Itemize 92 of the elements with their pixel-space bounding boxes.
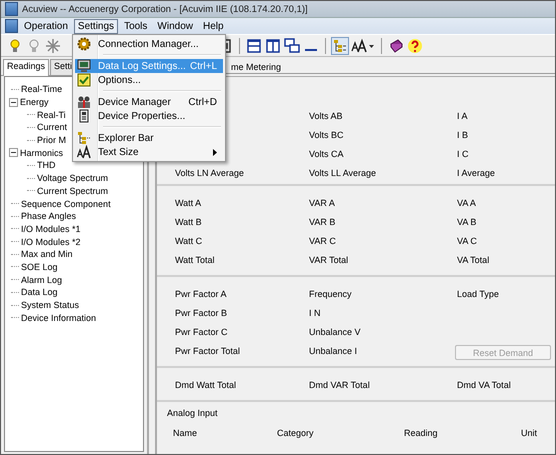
tree-item[interactable]: Phase Angles (21, 211, 76, 222)
section-title: Analog Input (167, 408, 219, 420)
column-header: Name (173, 428, 198, 440)
gear-icon (77, 37, 91, 51)
monitor-icon (77, 59, 91, 73)
reading-label: VA Total (457, 255, 490, 267)
column-header: Unit (521, 428, 538, 440)
reading-label: Unbalance I (309, 346, 358, 358)
window-title: Acuview -- Accuenergy Corporation - [Acuvim IIE (108.174.20.70,1)] (22, 4, 308, 14)
tree-item[interactable]: Alarm Log (21, 274, 62, 285)
reading-label: VAR A (309, 198, 336, 210)
app-icon (5, 2, 18, 16)
tree-item[interactable]: Real-Time (21, 84, 62, 94)
reading-label: Dmd Watt Total (175, 380, 238, 392)
menu-option[interactable]: Device Properties... (75, 109, 223, 123)
menu-option[interactable]: Text Size (75, 145, 223, 159)
reading-label: Volts AB (309, 111, 344, 123)
menu-option[interactable]: Options... (75, 73, 223, 87)
reading-label: Volts BC (309, 130, 345, 142)
reading-label: I B (457, 130, 470, 142)
reading-label: VAR Total (309, 255, 350, 267)
tree-item[interactable]: Energy (20, 97, 49, 108)
text-size-icon[interactable] (351, 38, 375, 54)
tree-item[interactable]: Max and Min (21, 249, 73, 260)
menu-item[interactable]: Settings (74, 18, 118, 34)
tree-item[interactable]: Voltage Spectrum (37, 173, 108, 184)
reading-label: Pwr Factor A (175, 289, 228, 301)
collapse-toggle-icon[interactable] (9, 98, 18, 107)
reading-label: Pwr Factor B (175, 308, 228, 320)
cascade-icon[interactable] (284, 38, 300, 54)
menu-option[interactable]: Connection Manager... (75, 37, 223, 51)
submenu-arrow-icon (213, 148, 217, 156)
document-icon[interactable] (5, 19, 18, 33)
tree-icon[interactable] (332, 38, 348, 54)
menu-option[interactable]: Explorer Bar (75, 131, 223, 145)
device-icon (77, 109, 91, 123)
tree-item[interactable]: Current Spectrum (37, 186, 108, 196)
reading-label: Load Type (457, 289, 500, 301)
tree-item[interactable]: THD (37, 160, 56, 170)
reading-label: Unbalance V (309, 327, 362, 339)
reading-label: Watt A (175, 198, 202, 210)
tree-icon (77, 131, 91, 145)
tab[interactable]: me Metering (229, 61, 284, 73)
reading-label: Volts CA (309, 149, 345, 161)
reading-label: Pwr Factor C (175, 327, 229, 339)
shortcut-label: Ctrl+D (188, 96, 217, 108)
reading-label: Watt B (175, 217, 203, 229)
people-icon (77, 95, 91, 109)
sun-icon[interactable] (45, 38, 61, 54)
reading-label: VAR C (309, 236, 337, 248)
column-header: Category (277, 428, 315, 440)
column-header: Reading (404, 428, 439, 440)
reading-label: Volts LN Average (175, 168, 245, 180)
reading-label: Volts LL Average (309, 168, 378, 180)
reading-label: Dmd VAR Total (309, 380, 371, 392)
vertical-tile-icon[interactable] (265, 38, 281, 54)
tree-item[interactable]: I/O Modules *1 (21, 224, 81, 234)
tree-item[interactable]: Current (37, 122, 68, 132)
tree-item[interactable]: System Status (21, 300, 80, 310)
tab[interactable]: Readings (3, 59, 50, 76)
reading-label: I A (457, 111, 469, 123)
menu-item[interactable]: Help (199, 18, 228, 34)
shortcut-label: Ctrl+L (190, 60, 217, 72)
reading-label: VA B (457, 217, 478, 229)
tree-item[interactable]: SOE Log (21, 262, 58, 272)
tree-item[interactable]: Data Log (21, 287, 58, 298)
reading-label: I Average (457, 168, 496, 180)
reading-label: Watt C (175, 236, 204, 248)
menu-item[interactable]: Operation (20, 18, 72, 34)
menu-item[interactable]: Tools (120, 18, 152, 34)
reading-label: VA C (457, 236, 478, 248)
reading-label: I C (457, 149, 470, 161)
text-size-icon (77, 145, 91, 159)
tree-item[interactable]: Device Information (21, 312, 96, 323)
tree-item[interactable]: Harmonics (20, 148, 64, 158)
reading-label: Frequency (309, 289, 353, 301)
help-icon[interactable] (407, 38, 423, 54)
collapse-toggle-icon[interactable] (9, 148, 18, 158)
reading-label: Watt Total (175, 255, 216, 267)
reading-label: VAR B (309, 217, 336, 229)
reading-label: I N (309, 308, 322, 320)
checkbox-icon (77, 73, 91, 87)
menu-item[interactable]: Window (153, 18, 197, 34)
reading-label: VA A (457, 198, 477, 210)
tree-item[interactable]: Real-Ti (37, 110, 66, 120)
horizontal-tile-icon[interactable] (246, 38, 262, 54)
menu-option[interactable]: Device Manager Ctrl+D (75, 95, 223, 109)
reading-label: Dmd VA Total (457, 380, 512, 392)
tree-item[interactable]: Sequence Component (21, 198, 111, 209)
tree-item[interactable]: I/O Modules *2 (21, 236, 81, 247)
reading-label: Pwr Factor Total (175, 346, 241, 358)
tree-item[interactable]: Prior M (37, 135, 66, 146)
